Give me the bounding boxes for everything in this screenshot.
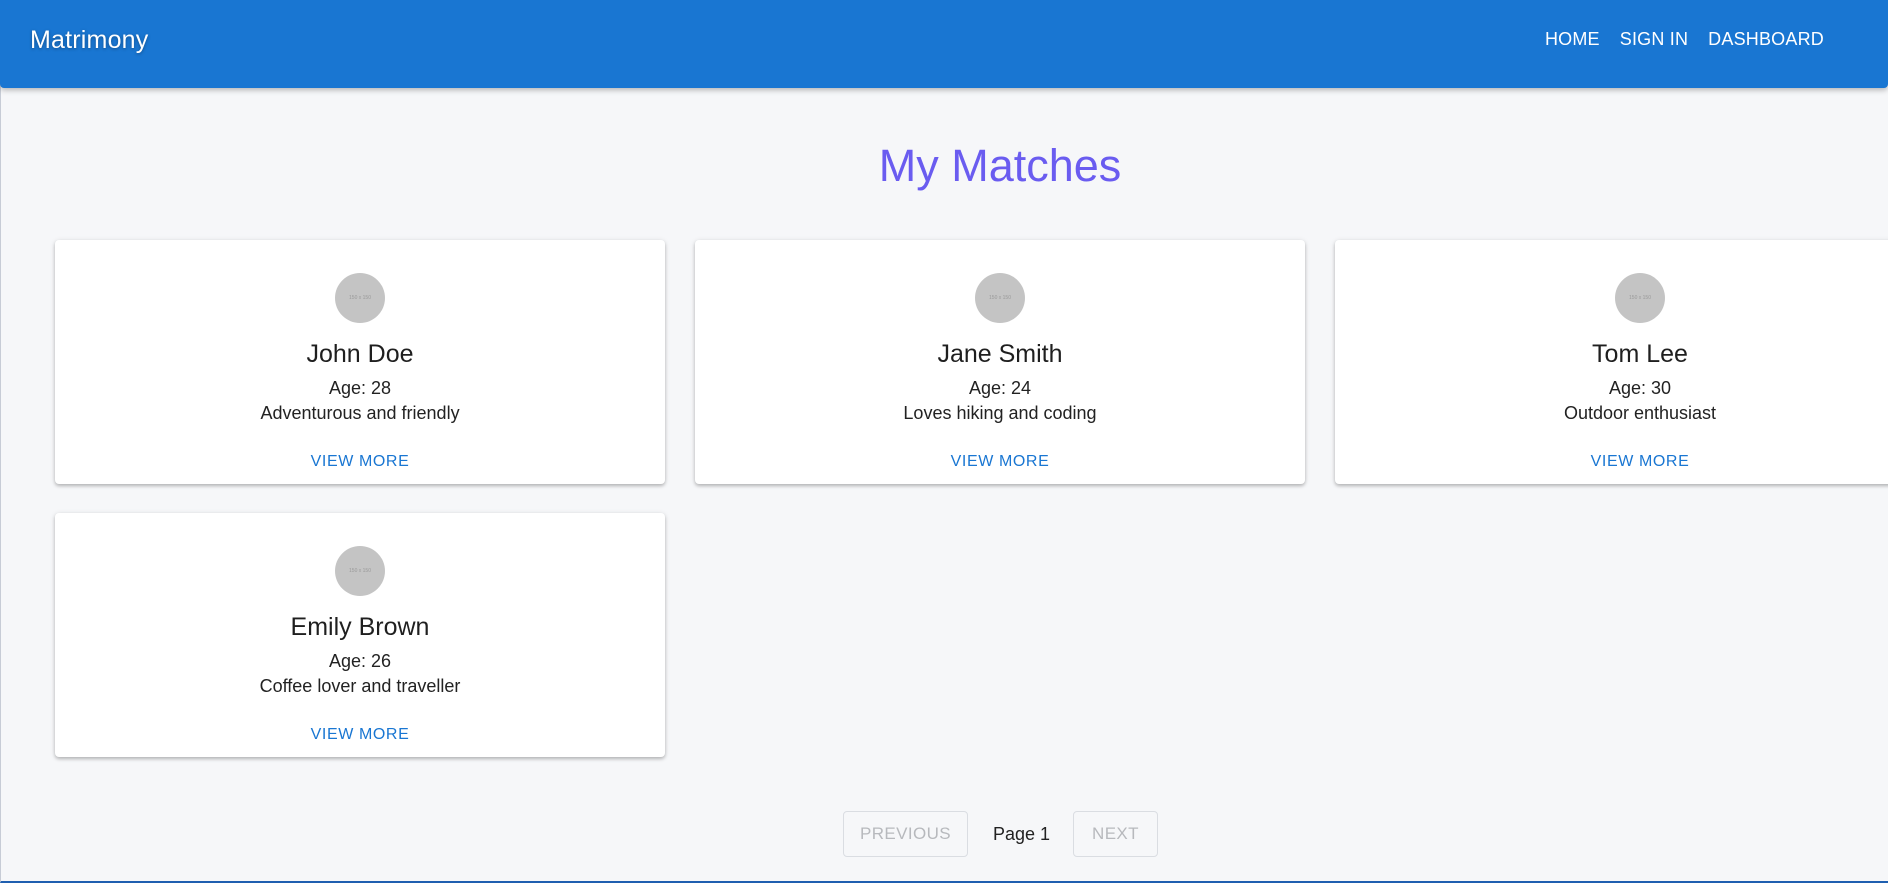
match-card: 150 x 150 Jane Smith Age: 24 Loves hikin… (695, 240, 1305, 484)
avatar: 150 x 150 (975, 273, 1025, 323)
avatar: 150 x 150 (335, 546, 385, 596)
match-age: Age: 30 (1608, 378, 1672, 398)
avatar-placeholder-text: 150 x 150 (349, 295, 371, 301)
match-age: Age: 24 (968, 378, 1032, 398)
match-age: Age: 26 (328, 651, 392, 671)
view-more-button[interactable]: VIEW MORE (55, 453, 665, 471)
match-name: Jane Smith (937, 340, 1063, 368)
avatar-placeholder-text: 150 x 150 (1629, 295, 1651, 301)
brand-title[interactable]: Matrimony (30, 26, 149, 55)
page-indicator: Page 1 (993, 824, 1051, 844)
page-title: My Matches (878, 140, 1122, 191)
pagination: PREVIOUS Page 1 NEXT (0, 811, 1888, 857)
avatar-placeholder-text: 150 x 150 (349, 568, 371, 574)
next-button[interactable]: NEXT (1073, 811, 1158, 857)
match-name: John Doe (306, 340, 414, 368)
match-age: Age: 28 (328, 378, 392, 398)
nav-home-link[interactable]: HOME (1535, 27, 1610, 52)
app-bar: Matrimony HOME SIGN IN DASHBOARD (0, 0, 1888, 88)
match-bio: Adventurous and friendly (260, 403, 460, 423)
match-card: 150 x 150 Tom Lee Age: 30 Outdoor enthus… (1335, 240, 1888, 484)
match-bio: Outdoor enthusiast (1563, 403, 1717, 423)
avatar: 150 x 150 (335, 273, 385, 323)
view-more-button[interactable]: VIEW MORE (695, 453, 1305, 471)
match-card: 150 x 150 John Doe Age: 28 Adventurous a… (55, 240, 665, 484)
match-bio: Coffee lover and traveller (259, 676, 461, 696)
match-bio: Loves hiking and coding (903, 403, 1097, 423)
match-card: 150 x 150 Emily Brown Age: 26 Coffee lov… (55, 513, 665, 757)
avatar: 150 x 150 (1615, 273, 1665, 323)
view-more-button[interactable]: VIEW MORE (1335, 453, 1888, 471)
top-nav: HOME SIGN IN DASHBOARD (1535, 27, 1834, 52)
view-more-button[interactable]: VIEW MORE (55, 726, 665, 744)
avatar-placeholder-text: 150 x 150 (989, 295, 1011, 301)
nav-sign-in-link[interactable]: SIGN IN (1610, 27, 1698, 52)
match-name: Emily Brown (290, 613, 430, 641)
nav-dashboard-link[interactable]: DASHBOARD (1698, 27, 1834, 52)
match-name: Tom Lee (1592, 340, 1688, 368)
previous-button[interactable]: PREVIOUS (843, 811, 968, 857)
